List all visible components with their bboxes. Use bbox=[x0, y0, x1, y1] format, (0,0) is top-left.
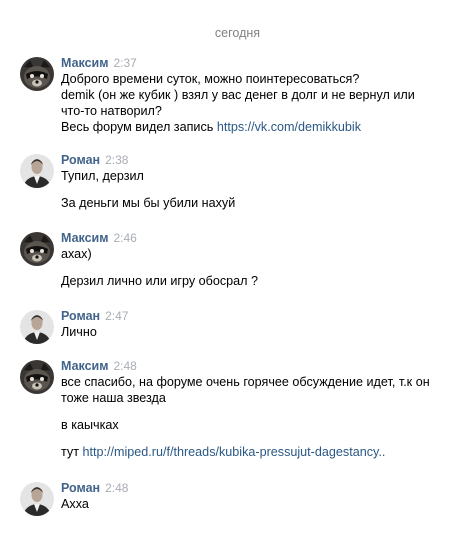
message-text: За деньги мы бы убили нахуй bbox=[61, 196, 236, 210]
date-separator: сегодня bbox=[214, 26, 261, 40]
message-text-prefix: Весь форум видел запись bbox=[61, 120, 217, 134]
raccoon-avatar-icon[interactable] bbox=[20, 57, 54, 91]
message-time[interactable]: 2:48 bbox=[105, 481, 128, 495]
message-text: Ахха bbox=[61, 497, 89, 511]
man-portrait-avatar-icon[interactable] bbox=[20, 154, 54, 188]
author-name[interactable]: Максим bbox=[61, 359, 109, 373]
message-time[interactable]: 2:38 bbox=[105, 153, 128, 167]
message-text: demik (он же кубик ) взял у вас денег в … bbox=[61, 88, 415, 102]
author-name[interactable]: Максим bbox=[61, 56, 109, 70]
message-time[interactable]: 2:46 bbox=[114, 231, 137, 245]
message-text: Лично bbox=[61, 325, 97, 339]
raccoon-avatar-icon[interactable] bbox=[20, 360, 54, 394]
message-text: все спасибо, на форуме очень горячее обс… bbox=[61, 375, 430, 389]
message-time[interactable]: 2:37 bbox=[114, 56, 137, 70]
message-link[interactable]: http://miped.ru/f/threads/kubika-pressuj… bbox=[82, 445, 385, 459]
message-text: Весь форум видел запись https://vk.com/d… bbox=[61, 119, 461, 135]
man-portrait-avatar-icon[interactable] bbox=[20, 310, 54, 344]
man-portrait-avatar-icon[interactable] bbox=[20, 482, 54, 516]
message-text: тоже наша звезда bbox=[61, 391, 166, 405]
author-name[interactable]: Роман bbox=[61, 309, 100, 323]
message-time[interactable]: 2:48 bbox=[114, 359, 137, 373]
raccoon-avatar-icon[interactable] bbox=[20, 232, 54, 266]
message-time[interactable]: 2:47 bbox=[105, 309, 128, 323]
message-text: Доброго времени суток, можно поинтересов… bbox=[61, 72, 360, 86]
message-text-prefix: тут bbox=[61, 445, 83, 459]
message-text: в каычках bbox=[61, 418, 119, 432]
author-name[interactable]: Максим bbox=[61, 231, 109, 245]
message-text: тут http://miped.ru/f/threads/kubika-pre… bbox=[61, 444, 461, 460]
author-name[interactable]: Роман bbox=[61, 481, 100, 495]
message-link[interactable]: https://vk.com/demikkubik bbox=[217, 120, 361, 134]
message-text: Тупил, дерзил bbox=[61, 169, 144, 183]
message-text: ахах) bbox=[61, 247, 92, 261]
message-text: Дерзил лично или игру обосрал ? bbox=[61, 274, 259, 288]
chat-history: сегодня Максим 2:37 Доброго времени суток… bbox=[0, 0, 475, 555]
message-text: что-то натворил? bbox=[61, 104, 162, 118]
author-name[interactable]: Роман bbox=[61, 153, 100, 167]
